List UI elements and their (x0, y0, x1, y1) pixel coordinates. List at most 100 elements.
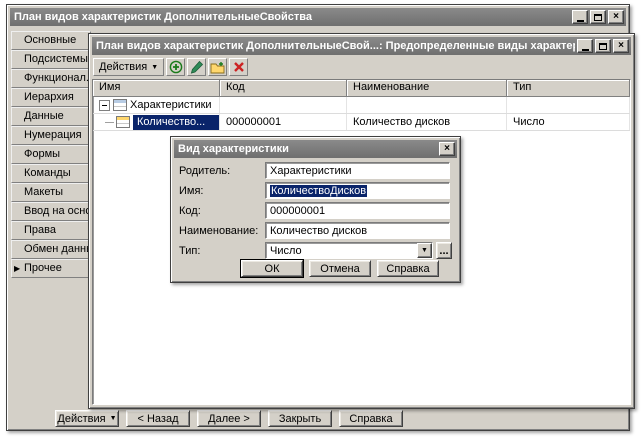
help-button[interactable]: Справка (339, 410, 403, 427)
screen: План видов характеристик ДополнительныеС… (0, 0, 642, 437)
tab-item[interactable]: Функционал... (11, 69, 91, 88)
parent-field-row: Родитель: Характеристики (179, 162, 452, 179)
maximize-icon (594, 13, 602, 21)
list-window-title: План видов характеристик ДополнительныеС… (96, 40, 575, 52)
code-field[interactable]: 000000001 (265, 202, 450, 219)
code-field-row: Код: 000000001 (179, 202, 452, 219)
item-description-cell[interactable]: Количество дисков (347, 114, 507, 130)
type-choose-button[interactable]: ... (436, 242, 452, 259)
close-button[interactable]: × (608, 10, 624, 24)
column-header-description[interactable]: Наименование (347, 80, 507, 97)
edit-button[interactable] (187, 58, 207, 76)
name-field-label: Имя: (179, 184, 204, 197)
selected-text: КоличествоДисков (270, 184, 368, 197)
item-icon (116, 116, 130, 128)
type-combobox[interactable]: Число ▼ (265, 242, 433, 259)
close-icon: × (613, 11, 619, 22)
help-button[interactable]: Справка (377, 260, 439, 277)
group-code-cell[interactable] (220, 97, 347, 113)
tab-item[interactable]: Права (11, 221, 91, 240)
tab-item[interactable]: Нумерация (11, 126, 91, 145)
delete-icon (233, 62, 244, 72)
dropdown-arrow-icon: ▼ (109, 415, 117, 422)
minimize-icon (581, 48, 589, 51)
next-button[interactable]: Далее > (197, 410, 261, 427)
characteristic-kind-dialog: Вид характеристики × Родитель: Характери… (170, 136, 461, 283)
dialog-title: Вид характеристики (178, 143, 289, 155)
dialog-close-button[interactable]: × (439, 142, 455, 156)
item-name-cell[interactable]: Количество... (93, 114, 220, 130)
maximize-button[interactable] (595, 39, 611, 53)
group-name-cell[interactable]: Характеристики (93, 97, 220, 113)
table-row-selected[interactable]: Количество... 000000001 Количество диско… (93, 114, 630, 131)
chevron-down-icon: ▼ (421, 247, 428, 254)
item-type-cell[interactable]: Число (507, 114, 630, 130)
add-group-button[interactable] (208, 58, 228, 76)
tab-item[interactable]: Иерархия (11, 88, 91, 107)
tab-column: Основные Подсистемы Функционал... Иерарх… (11, 31, 91, 278)
tab-item-selected[interactable]: ▶ Прочее (11, 259, 91, 278)
parent-field[interactable]: Характеристики (265, 162, 450, 179)
group-icon (113, 99, 127, 111)
list-window-titlebar[interactable]: План видов характеристик ДополнительныеС… (92, 37, 631, 55)
parent-field-label: Родитель: (179, 164, 231, 177)
tab-item[interactable]: Ввод на осно... (11, 202, 91, 221)
dialog-titlebar[interactable]: Вид характеристики × (174, 140, 457, 158)
add-folder-icon (210, 61, 225, 73)
back-button[interactable]: < Назад (126, 410, 190, 427)
delete-button[interactable] (229, 58, 249, 76)
group-description-cell[interactable] (347, 97, 507, 113)
group-type-cell[interactable] (507, 97, 630, 113)
close-icon: × (618, 40, 624, 51)
minimize-button[interactable] (577, 39, 593, 53)
tab-item[interactable]: Основные (11, 31, 91, 50)
description-field-label: Наименование: (179, 224, 259, 237)
tab-item[interactable]: Формы (11, 145, 91, 164)
type-dropdown-button[interactable]: ▼ (417, 243, 432, 258)
close-button[interactable]: × (613, 39, 629, 53)
selected-item-name[interactable]: Количество... (133, 114, 219, 130)
toolbar-actions-label: Действия (99, 61, 148, 73)
table-header: Имя Код Наименование Тип (93, 80, 630, 97)
tab-item[interactable]: Макеты (11, 183, 91, 202)
minimize-button[interactable] (572, 10, 588, 24)
actions-button-label: Действия (57, 412, 106, 425)
column-header-name[interactable]: Имя (93, 80, 220, 97)
maximize-icon (599, 42, 607, 50)
dialog-button-bar: ОК Отмена Справка (241, 260, 439, 277)
list-toolbar: Действия ▼ (93, 57, 249, 77)
type-field-label: Тип: (179, 244, 201, 257)
table-row-group[interactable]: Характеристики (93, 97, 630, 114)
minimize-icon (576, 19, 584, 22)
pencil-icon (190, 60, 203, 74)
actions-button[interactable]: Действия ▼ (55, 410, 119, 427)
close-window-button[interactable]: Закрыть (268, 410, 332, 427)
toolbar-actions-button[interactable]: Действия ▼ (93, 58, 165, 76)
close-icon: × (444, 143, 450, 154)
description-field-row: Наименование: Количество дисков (179, 222, 452, 239)
dropdown-arrow-icon: ▼ (151, 63, 159, 71)
tab-item-label: Прочее (24, 262, 62, 274)
tab-item[interactable]: Обмен данны... (11, 240, 91, 259)
main-window-titlebar[interactable]: План видов характеристик ДополнительныеС… (10, 8, 626, 26)
type-value: Число (270, 244, 302, 257)
group-name-label: Характеристики (130, 99, 212, 111)
column-header-type[interactable]: Тип (507, 80, 630, 97)
tab-item[interactable]: Подсистемы (11, 50, 91, 69)
name-field-row: Имя: КоличествоДисков (179, 182, 452, 199)
type-field-row: Тип: Число ▼ ... (179, 242, 452, 259)
cancel-button[interactable]: Отмена (309, 260, 371, 277)
description-field[interactable]: Количество дисков (265, 222, 450, 239)
maximize-button[interactable] (590, 10, 606, 24)
item-code-cell[interactable]: 000000001 (220, 114, 347, 130)
ok-button[interactable]: ОК (241, 260, 303, 277)
add-icon (169, 60, 182, 74)
main-window-title: План видов характеристик ДополнительныеС… (14, 11, 313, 23)
add-button[interactable] (166, 58, 186, 76)
name-field[interactable]: КоличествоДисков (265, 182, 450, 199)
tab-item[interactable]: Данные (11, 107, 91, 126)
column-header-code[interactable]: Код (220, 80, 347, 97)
tab-item[interactable]: Команды (11, 164, 91, 183)
collapse-icon[interactable] (99, 99, 110, 111)
selected-tab-arrow-icon: ▶ (14, 264, 21, 273)
